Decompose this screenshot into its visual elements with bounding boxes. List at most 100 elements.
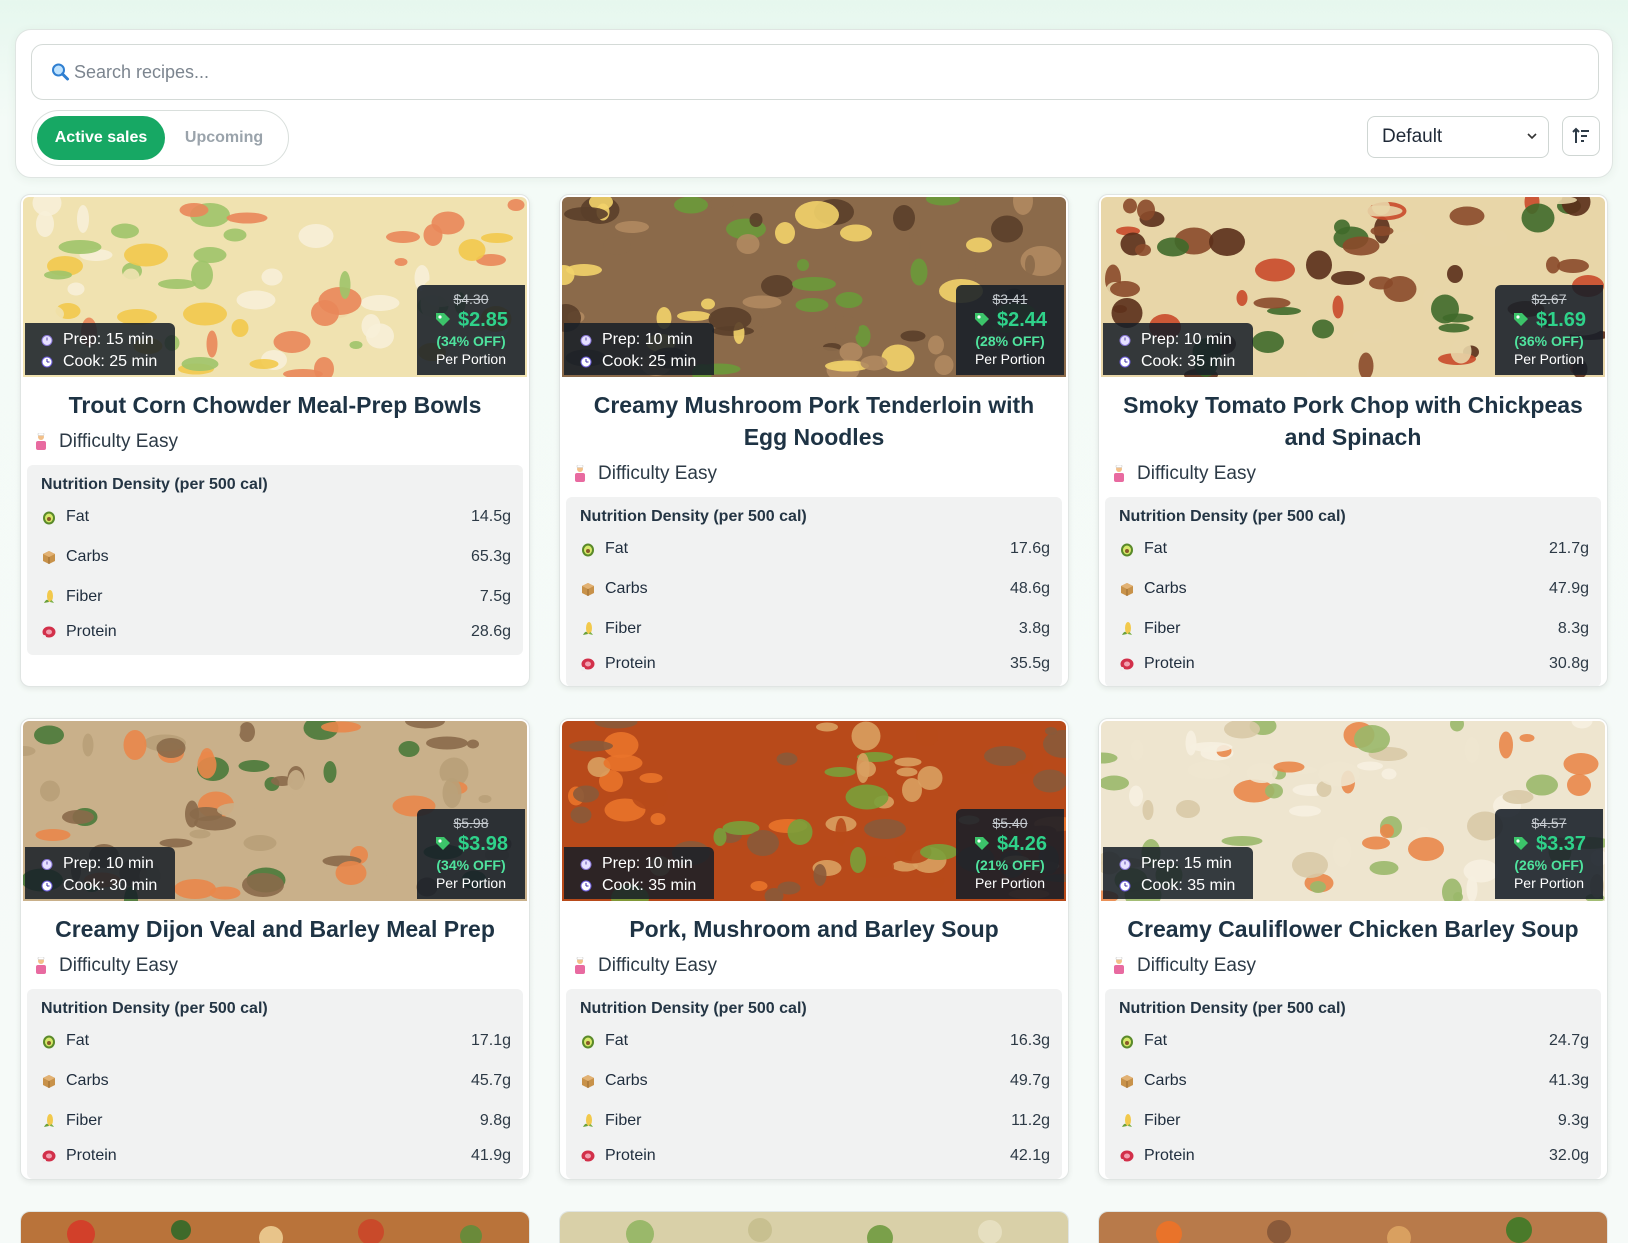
price-tag-icon [974, 837, 989, 850]
tab-upcoming[interactable]: Upcoming [165, 116, 283, 160]
cook-label: Cook: [63, 353, 105, 370]
recipe-card-partial[interactable] [1098, 1211, 1608, 1243]
nutrition-value-fat: 21.7g [1548, 540, 1589, 557]
nutrition-value-carbs: 47.9g [1548, 580, 1589, 597]
price-badge: $3.41 $2.44 (28% OFF) Per Portion [956, 285, 1064, 375]
price-tag-icon [435, 313, 450, 326]
search-box[interactable] [31, 44, 1599, 100]
nutrition-label: Fiber [605, 620, 642, 637]
recipe-card[interactable]: Prep: 10 min Cook: 35 min $2.67 $1.69 (3… [1098, 194, 1608, 687]
recipe-title[interactable]: Smoky Tomato Pork Chop with Chickpeas an… [1099, 377, 1607, 453]
cook-person-icon [575, 465, 585, 482]
recipe-card[interactable]: Prep: 15 min Cook: 35 min $4.57 $3.37 (2… [1098, 718, 1608, 1180]
tab-active-sales[interactable]: Active sales [37, 116, 165, 160]
prep-label: Prep: [1141, 331, 1180, 348]
nutrition-label: Protein [605, 655, 656, 672]
recipe-card[interactable]: Prep: 15 min Cook: 25 min $4.30 $2.85 (3… [20, 194, 530, 687]
recipe-title[interactable]: Pork, Mushroom and Barley Soup [560, 901, 1068, 945]
per-portion-label: Per Portion [1513, 351, 1585, 367]
clock-icon [41, 356, 53, 368]
time-badge: Prep: 15 min Cook: 25 min [25, 323, 175, 375]
recipe-card[interactable]: Prep: 10 min Cook: 30 min $5.98 $3.98 (3… [20, 718, 530, 1180]
cook-label: Cook: [602, 353, 644, 370]
box-icon [1121, 1075, 1133, 1088]
nutrition-label: Fiber [605, 1112, 642, 1129]
recipe-card-partial[interactable] [20, 1211, 530, 1243]
nutrition-label: Fiber [1144, 620, 1181, 637]
nutrition-row-carbs: Carbs 48.6g [580, 569, 1050, 609]
nutrition-label: Protein [66, 623, 117, 640]
corn-icon [1122, 622, 1132, 635]
nutrition-value-fat: 17.6g [1009, 540, 1050, 557]
meat-icon [581, 658, 595, 671]
recipe-image [560, 1212, 1068, 1243]
recipe-title[interactable]: Creamy Cauliflower Chicken Barley Soup [1099, 901, 1607, 945]
timer-icon [41, 335, 53, 346]
box-icon [582, 583, 594, 596]
sale-price: $3.98 [457, 833, 509, 855]
nutrition-value-carbs: 48.6g [1009, 580, 1050, 597]
corn-icon [583, 622, 593, 635]
prep-time: 15 min [1183, 855, 1232, 872]
sort-order-button[interactable] [1562, 116, 1600, 156]
nutrition-row-fiber: Fiber 11.2g [580, 1101, 1050, 1141]
clock-icon [41, 880, 53, 892]
nutrition-label: Fat [605, 1032, 629, 1049]
corn-icon [44, 1114, 54, 1127]
cook-time: 35 min [648, 877, 697, 894]
recipe-card[interactable]: Prep: 10 min Cook: 25 min $3.41 $2.44 (2… [559, 194, 1069, 687]
nutrition-row-fiber: Fiber 9.8g [41, 1101, 511, 1141]
prep-label: Prep: [63, 331, 102, 348]
meat-icon [1120, 658, 1134, 671]
sale-price: $2.85 [457, 309, 509, 331]
nutrition-value-protein: 30.8g [1548, 655, 1589, 672]
difficulty-label: Difficulty [1137, 955, 1209, 976]
sort-icon [1572, 127, 1589, 143]
search-input[interactable] [74, 61, 1574, 83]
clock-icon [1119, 356, 1131, 368]
sale-price: $1.69 [1535, 309, 1587, 331]
recipe-title[interactable]: Creamy Dijon Veal and Barley Meal Prep [21, 901, 529, 945]
nutrition-label: Fat [605, 540, 629, 557]
nutrition-label: Fat [1144, 540, 1168, 557]
discount-percent: (34% OFF) [436, 857, 506, 873]
prep-time: 15 min [105, 331, 154, 348]
recipe-title[interactable]: Trout Corn Chowder Meal-Prep Bowls [21, 377, 529, 421]
nutrition-title: Nutrition Density (per 500 cal) [580, 508, 807, 525]
prep-time: 10 min [1183, 331, 1232, 348]
nutrition-label: Carbs [605, 1072, 648, 1089]
cook-label: Cook: [1141, 877, 1183, 894]
recipe-title[interactable]: Creamy Mushroom Pork Tenderloin with Egg… [560, 377, 1068, 453]
search-icon [52, 63, 69, 81]
difficulty-label: Difficulty [59, 955, 131, 976]
price-badge: $4.30 $2.85 (34% OFF) Per Portion [417, 285, 525, 375]
clock-icon [580, 356, 592, 368]
prep-time: 10 min [644, 855, 693, 872]
difficulty: Difficulty Easy [21, 421, 529, 455]
prep-label: Prep: [63, 855, 102, 872]
cook-person-icon [1114, 465, 1124, 482]
box-icon [43, 551, 55, 564]
difficulty-label: Difficulty [59, 431, 131, 452]
recipe-image-area: Prep: 15 min Cook: 35 min $4.57 $3.37 (2… [1101, 721, 1605, 901]
price-tag-icon [1513, 313, 1528, 326]
corn-icon [1122, 1114, 1132, 1127]
timer-icon [580, 335, 592, 346]
recipe-card[interactable]: Prep: 10 min Cook: 35 min $5.40 $4.26 (2… [559, 718, 1069, 1180]
timer-icon [580, 859, 592, 870]
difficulty-value: Easy [674, 463, 717, 484]
recipe-card-partial[interactable] [559, 1211, 1069, 1243]
nutrition-label: Carbs [66, 548, 109, 565]
sort-select[interactable]: Default [1367, 116, 1549, 158]
nutrition-label: Carbs [605, 580, 648, 597]
nutrition-title: Nutrition Density (per 500 cal) [41, 1000, 268, 1017]
cook-time: 25 min [648, 353, 697, 370]
per-portion-label: Per Portion [1513, 875, 1585, 891]
nutrition-title: Nutrition Density (per 500 cal) [1119, 1000, 1346, 1017]
nutrition-label: Carbs [1144, 580, 1187, 597]
difficulty-value: Easy [1213, 955, 1256, 976]
nutrition-panel: Nutrition Density (per 500 cal) Fat 21.7… [1105, 497, 1601, 686]
cook-time: 25 min [109, 353, 158, 370]
difficulty: Difficulty Easy [560, 945, 1068, 979]
nutrition-value-fiber: 9.3g [1557, 1112, 1589, 1129]
